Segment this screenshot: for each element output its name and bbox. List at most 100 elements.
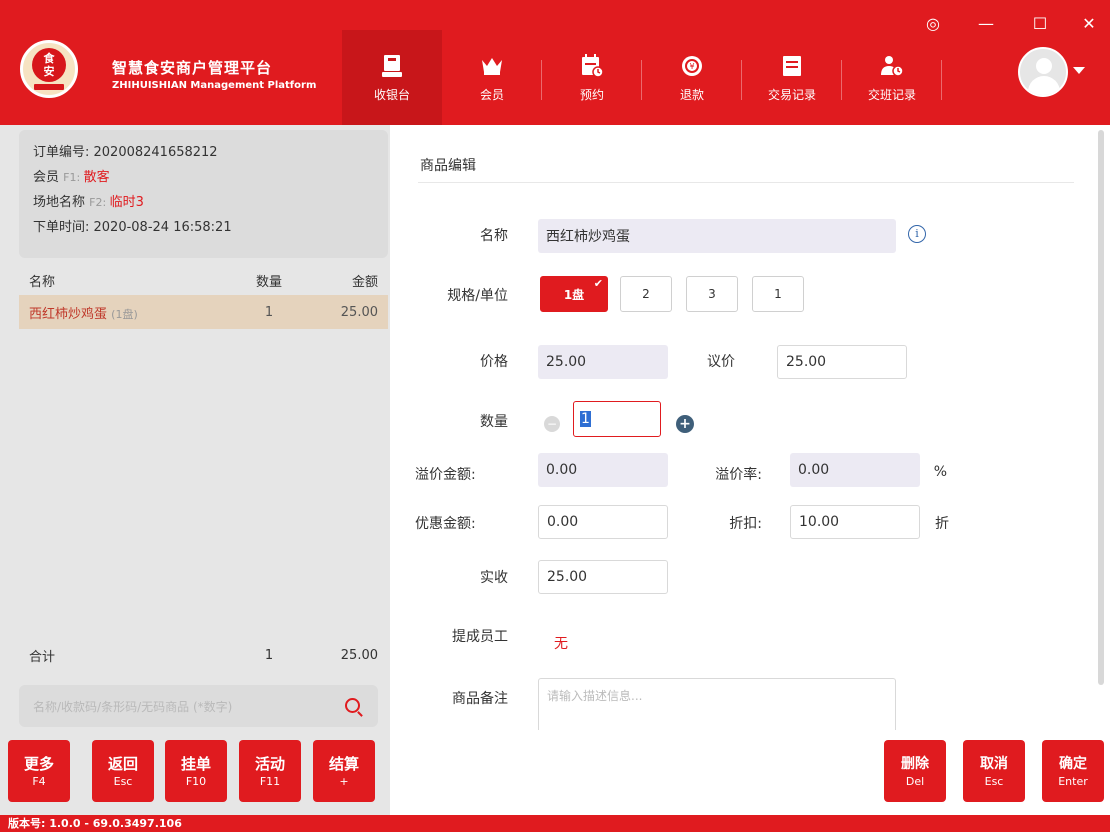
nav-transactions[interactable]: 交易记录 (742, 30, 842, 125)
brand-logo: 食安 (20, 40, 78, 98)
scrollbar[interactable] (1098, 130, 1104, 685)
nav-cashier[interactable]: 收银台 (342, 30, 442, 125)
item-name: 西红柿炒鸡蛋 (1盘) (19, 303, 229, 322)
logo-seal: 食安 (32, 48, 66, 82)
venue-shortcut: F2: (89, 196, 110, 209)
premium-rate-field: 0.00 (790, 453, 920, 487)
total-label: 合计 (29, 649, 56, 665)
order-number: 202008241658212 (93, 145, 218, 160)
chevron-down-icon[interactable] (1073, 67, 1085, 74)
search-input[interactable]: 名称/收款码/条形码/无码商品 (*数字) (19, 685, 378, 727)
back-button[interactable]: 返回 Esc (92, 740, 154, 802)
hold-order-button[interactable]: 挂单 F10 (165, 740, 227, 802)
total-qty: 1 (264, 647, 274, 663)
crown-icon (481, 52, 503, 80)
venue-row[interactable]: 场地名称 F2: 临时3 (33, 190, 374, 215)
nav-label: 交易记录 (767, 88, 816, 102)
records-icon (782, 52, 802, 80)
header-amount: 金额 (351, 274, 378, 290)
discount-label: 折扣: (729, 516, 762, 532)
discount-amount-label: 优惠金额: (415, 516, 476, 532)
total-amount: 25.00 (340, 647, 378, 663)
member-value[interactable]: 散客 (84, 170, 110, 185)
remark-label: 商品备注 (452, 691, 508, 707)
settings-icon[interactable]: ◎ (920, 10, 946, 36)
minus-icon[interactable]: − (544, 416, 560, 432)
promotion-button[interactable]: 活动 F11 (239, 740, 301, 802)
maximize-icon[interactable]: ☐ (1027, 10, 1053, 36)
spec-option[interactable]: 1盘 ✔ (540, 276, 608, 312)
more-button[interactable]: 更多 F4 (8, 740, 70, 802)
avatar[interactable] (1018, 47, 1068, 97)
name-field[interactable]: 西红柿炒鸡蛋 (538, 219, 896, 253)
total-row: 合计 1 25.00 (19, 640, 388, 670)
quantity-stepper[interactable]: 1 (573, 401, 661, 437)
commission-staff-value[interactable]: 无 (554, 633, 574, 653)
percent-unit: % (933, 464, 947, 480)
member-label: 会员 (33, 170, 64, 185)
name-label: 名称 (480, 228, 508, 244)
item-list-header: 名称 数量 金额 (19, 265, 388, 295)
nav-shift[interactable]: 交班记录 (842, 30, 942, 125)
item-editor: 商品编辑 名称 西红柿炒鸡蛋 i 规格/单位 1盘 ✔ 2 3 1 价格 25.… (390, 125, 1110, 815)
spec-option[interactable]: 3 (686, 276, 738, 312)
check-icon: ✔ (593, 277, 603, 290)
confirm-button[interactable]: 确定 Enter (1042, 740, 1104, 802)
spec-option[interactable]: 1 (752, 276, 804, 312)
spec-option[interactable]: 2 (620, 276, 672, 312)
received-input[interactable]: 25.00 (538, 560, 668, 594)
nav-label: 会员 (479, 88, 504, 102)
delete-button[interactable]: 删除 Del (884, 740, 946, 802)
info-icon[interactable]: i (908, 225, 926, 243)
nav-refund[interactable]: ¥ 退款 (642, 30, 742, 125)
negotiated-price-input[interactable]: 25.00 (777, 345, 907, 379)
nav-booking[interactable]: 预约 (542, 30, 642, 125)
item-amount: 25.00 (340, 304, 378, 320)
item-unit: (1盘) (111, 307, 138, 321)
search-icon[interactable] (345, 698, 360, 713)
button-shortcut: F11 (259, 774, 281, 788)
discount-input[interactable]: 10.00 (790, 505, 920, 539)
close-icon[interactable]: ✕ (1076, 10, 1102, 36)
version-bar: 版本号: 1.0.0 - 69.0.3497.106 (0, 815, 1110, 832)
cancel-button[interactable]: 取消 Esc (963, 740, 1025, 802)
button-label: 取消 (980, 755, 1008, 772)
minimize-icon[interactable]: — (973, 10, 999, 36)
discount-unit: 折 (935, 516, 949, 532)
top-bar: 食安 智慧食安商户管理平台 ZHIHUISHIAN Management Pla… (0, 0, 1110, 125)
order-number-row: 订单编号: 202008241658212 (33, 140, 374, 165)
button-shortcut: Esc (113, 774, 133, 788)
main-nav: 收银台 会员 预约 ¥ 退款 交易记录 交班记录 (342, 30, 942, 125)
brand-title: 智慧食安商户管理平台 (112, 59, 273, 77)
qty-value: 1 (580, 411, 591, 427)
remark-textarea[interactable]: 请输入描述信息... (538, 678, 896, 730)
calendar-icon (581, 52, 603, 80)
qty-label: 数量 (480, 414, 508, 430)
order-info: 订单编号: 202008241658212 会员 F1: 散客 场地名称 F2:… (19, 130, 388, 258)
member-row[interactable]: 会员 F1: 散客 (33, 165, 374, 190)
spec-option-label: 1盘 (563, 287, 585, 302)
version-text: 版本号: 1.0.0 - 69.0.3497.106 (8, 817, 182, 830)
nav-member[interactable]: 会员 (442, 30, 542, 125)
button-label: 删除 (901, 755, 929, 772)
button-shortcut: Esc (984, 774, 1004, 788)
shift-icon (880, 52, 904, 80)
discount-amount-input[interactable]: 0.00 (538, 505, 668, 539)
item-name-text: 西红柿炒鸡蛋 (29, 306, 108, 322)
premium-rate-label: 溢价率: (715, 467, 762, 483)
plus-icon[interactable]: + (676, 415, 694, 433)
venue-value[interactable]: 临时3 (110, 195, 144, 210)
button-shortcut: F10 (185, 774, 207, 788)
table-row[interactable]: 西红柿炒鸡蛋 (1盘) 1 25.00 (19, 295, 388, 329)
nav-label: 交班记录 (867, 88, 916, 102)
svg-text:¥: ¥ (689, 62, 694, 71)
premium-amount-field: 0.00 (538, 453, 668, 487)
header-name: 名称 (29, 274, 56, 290)
button-label: 活动 (254, 754, 285, 773)
nav-label: 收银台 (373, 88, 410, 102)
negotiated-price-label: 议价 (707, 354, 735, 370)
checkout-button[interactable]: 结算 + (313, 740, 375, 802)
button-label: 挂单 (180, 754, 211, 773)
spec-label: 规格/单位 (447, 288, 508, 304)
button-shortcut: Enter (1058, 774, 1088, 788)
